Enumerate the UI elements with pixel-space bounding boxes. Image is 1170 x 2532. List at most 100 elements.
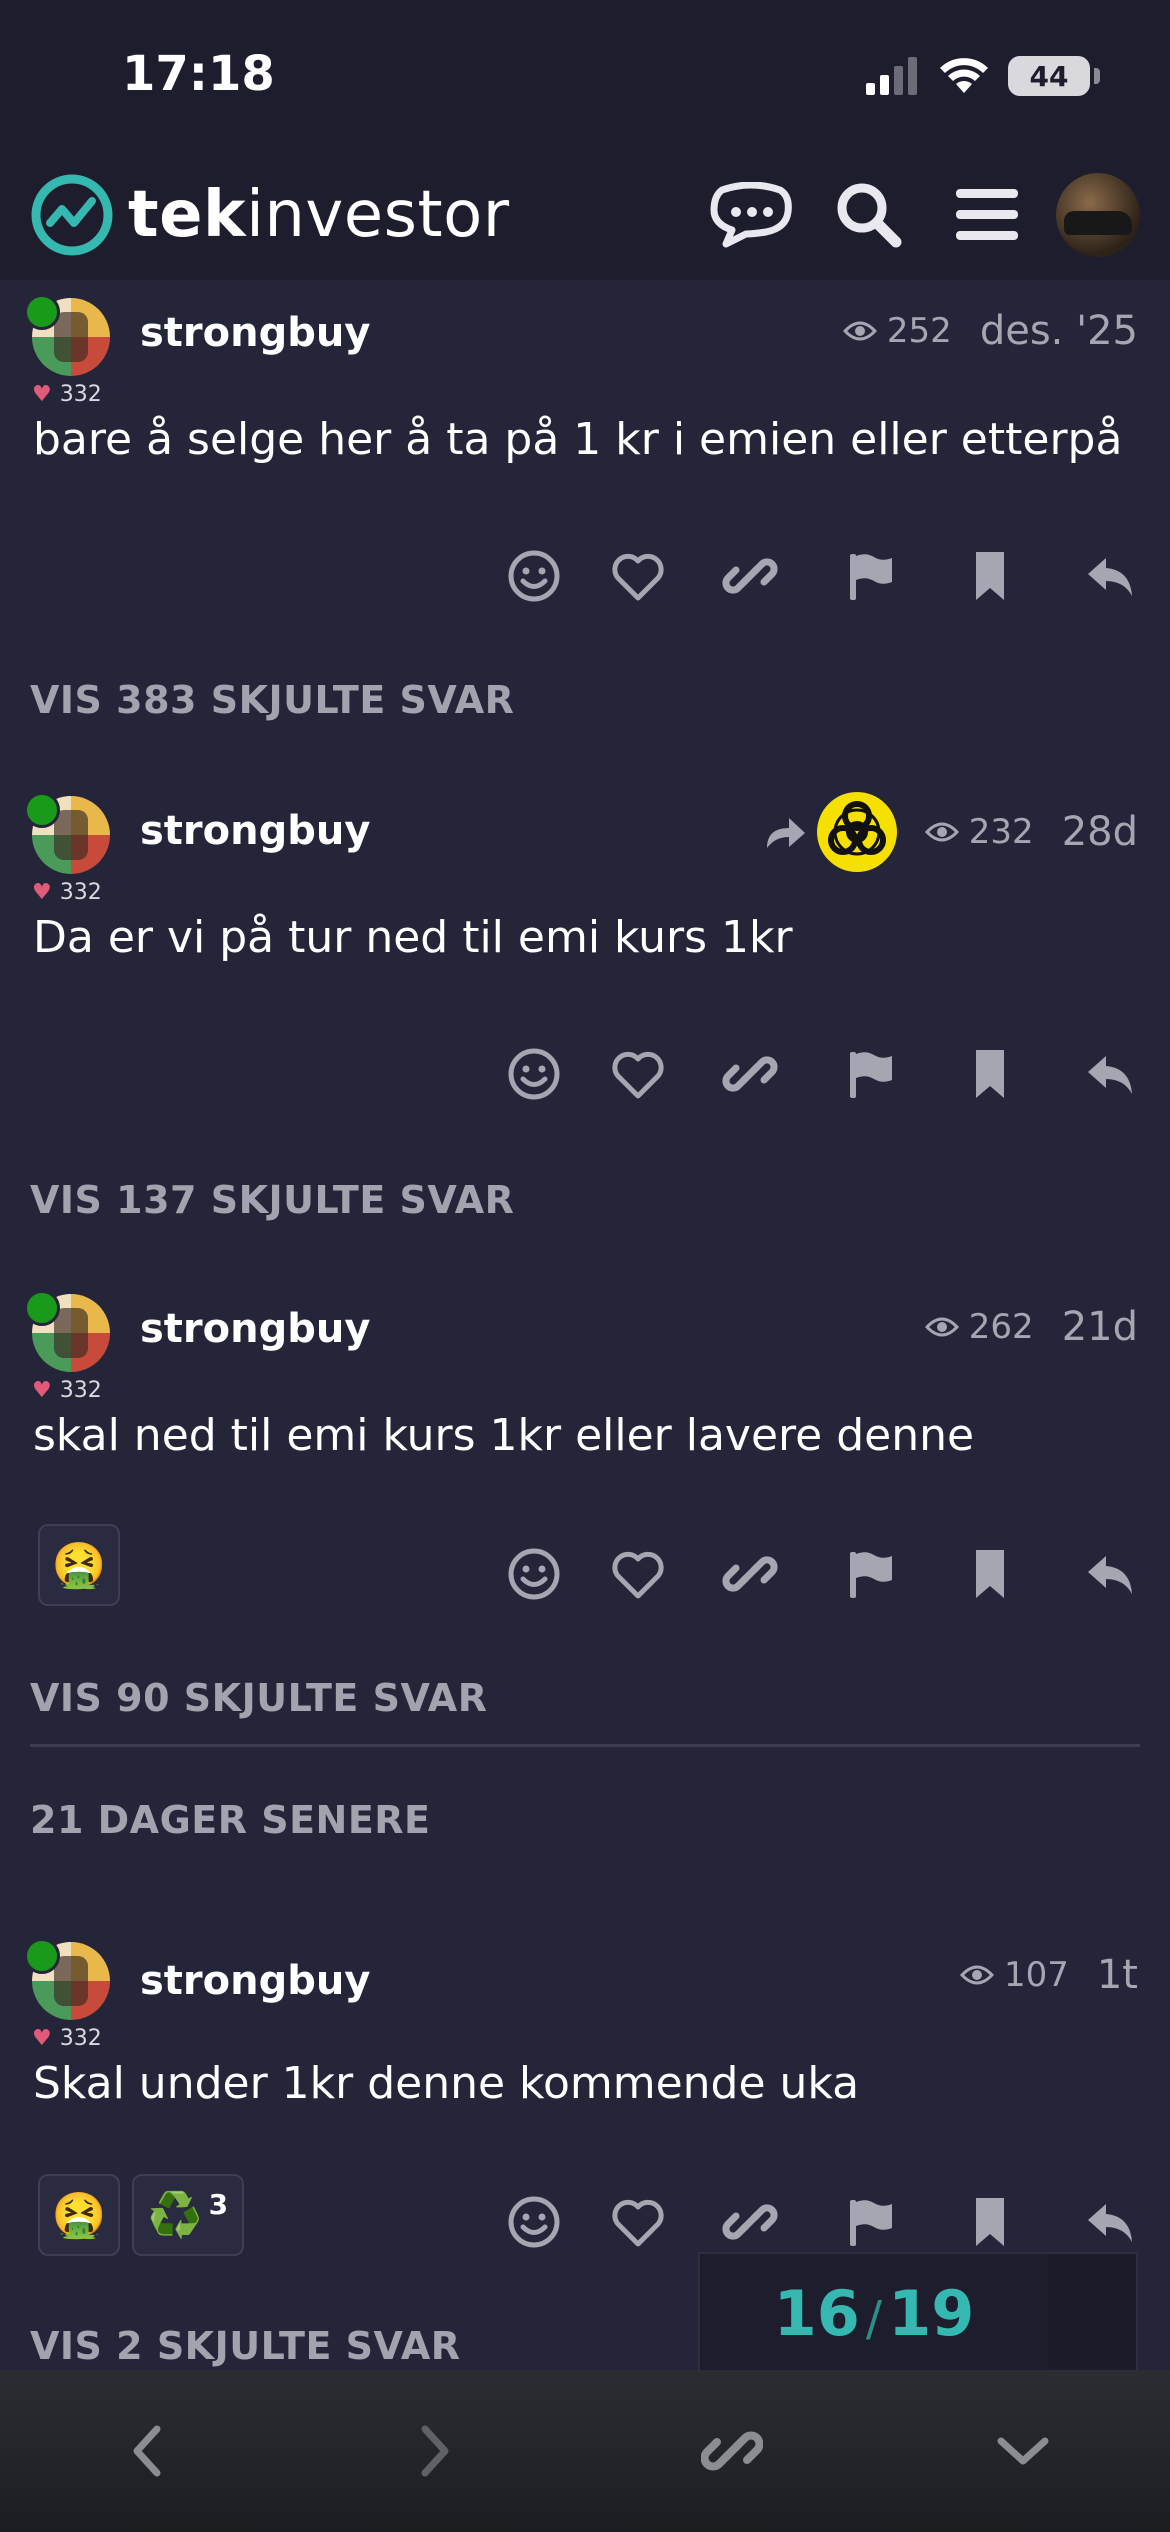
flag-button[interactable] — [810, 1524, 930, 1624]
heart-icon: ♥ — [32, 1378, 52, 1403]
view-count: 252 — [842, 311, 952, 351]
online-indicator — [24, 294, 60, 330]
flag-button[interactable] — [810, 526, 930, 626]
post-date[interactable]: 1t — [1097, 1952, 1138, 1998]
bookmark-button[interactable] — [930, 526, 1050, 626]
post-date[interactable]: 28d — [1062, 809, 1138, 855]
user-like-count: ♥ 332 — [32, 2026, 102, 2051]
eye-icon — [959, 1965, 994, 1985]
share-link-button[interactable] — [657, 2370, 807, 2532]
like-button[interactable] — [586, 1524, 690, 1624]
reaction-vomit[interactable]: 🤮 — [38, 1524, 120, 1606]
reactions: 🤮 — [38, 1524, 120, 1606]
like-button[interactable] — [586, 526, 690, 626]
hamburger-menu-icon — [956, 189, 1018, 240]
bookmark-button[interactable] — [930, 1524, 1050, 1624]
reply-icon — [1088, 1056, 1132, 1094]
heart-outline-icon — [612, 553, 664, 601]
heart-outline-icon — [612, 1551, 664, 1599]
reaction-vomit[interactable]: 🤮 — [38, 2174, 120, 2256]
reply-button[interactable] — [1050, 526, 1170, 626]
recycle-emoji-icon: ♻️ — [147, 2190, 203, 2241]
online-indicator — [24, 1290, 60, 1326]
topic-progress-bar: 16/19 — [700, 2254, 1048, 2372]
link-icon — [722, 2204, 778, 2240]
reply-button[interactable] — [1050, 1524, 1170, 1624]
flag-icon — [850, 554, 892, 600]
post-actions — [482, 1524, 1170, 1624]
reaction-recycle[interactable]: ♻️ 3 — [132, 2174, 244, 2256]
copy-link-button[interactable] — [690, 1524, 810, 1624]
username[interactable]: strongbuy — [140, 1306, 370, 1352]
link-icon — [722, 1556, 778, 1592]
reply-button[interactable] — [1050, 1024, 1170, 1124]
add-reaction-button[interactable] — [482, 2172, 586, 2272]
view-count: 262 — [924, 1307, 1034, 1347]
add-reaction-button[interactable] — [482, 526, 586, 626]
reaction-count: 3 — [208, 2188, 229, 2221]
flag-icon — [850, 2200, 892, 2246]
reply-to-icon — [766, 818, 805, 848]
collapse-button[interactable] — [948, 2370, 1098, 2532]
show-hidden-replies-link[interactable]: VIS 137 SKJULTE SVAR — [30, 1178, 514, 1222]
post-meta: 232 28d — [763, 792, 1138, 872]
status-time: 17:18 — [122, 46, 275, 102]
chevron-down-icon — [997, 2437, 1049, 2465]
bookmark-icon — [976, 1050, 1004, 1098]
post-date[interactable]: 21d — [1062, 1304, 1138, 1350]
post-body: skal ned til emi kurs 1kr eller lavere d… — [33, 1410, 975, 1461]
add-reaction-button[interactable] — [482, 1024, 586, 1124]
like-button[interactable] — [586, 2172, 690, 2272]
add-reaction-button[interactable] — [482, 1524, 586, 1624]
cellular-signal-icon — [866, 57, 917, 95]
reply-icon — [1088, 1556, 1132, 1594]
username[interactable]: strongbuy — [140, 310, 370, 356]
show-hidden-replies-link[interactable]: VIS 2 SKJULTE SVAR — [30, 2324, 461, 2368]
user-like-count: ♥ 332 — [32, 382, 102, 407]
username[interactable]: strongbuy — [140, 1958, 370, 2004]
post-actions — [482, 1024, 1170, 1124]
status-icons: 44 — [864, 56, 1100, 96]
emoji-reaction-icon — [508, 550, 560, 602]
like-button[interactable] — [586, 1024, 690, 1124]
heart-icon: ♥ — [32, 2026, 52, 2051]
bookmark-icon — [976, 552, 1004, 600]
heart-icon: ♥ — [32, 880, 52, 905]
eye-icon — [924, 1317, 959, 1337]
show-hidden-replies-link[interactable]: VIS 383 SKJULTE SVAR — [30, 678, 514, 722]
chat-button[interactable] — [692, 150, 810, 280]
user-like-count: ♥ 332 — [32, 880, 102, 905]
emoji-reaction-icon — [508, 1048, 560, 1100]
user-like-count: ♥ 332 — [32, 1378, 102, 1403]
eye-icon — [924, 822, 959, 842]
biohazard-avatar-icon[interactable] — [816, 792, 897, 872]
header-icons — [692, 150, 1170, 280]
forward-button[interactable] — [360, 2370, 510, 2532]
reply-icon — [1088, 2204, 1132, 2242]
bookmark-icon — [976, 1550, 1004, 1598]
menu-button[interactable] — [928, 150, 1046, 280]
current-user-avatar[interactable] — [1056, 173, 1140, 257]
bookmark-button[interactable] — [930, 1024, 1050, 1124]
topic-progress-text: 16/19 — [773, 2276, 975, 2350]
show-hidden-replies-link[interactable]: VIS 90 SKJULTE SVAR — [30, 1676, 487, 1720]
link-icon — [722, 1056, 778, 1092]
battery-icon: 44 — [1008, 56, 1100, 96]
copy-link-button[interactable] — [690, 526, 810, 626]
vomit-emoji-icon: 🤮 — [51, 1540, 107, 1591]
back-button[interactable] — [72, 2370, 222, 2532]
status-bar: 17:18 44 — [0, 0, 1170, 150]
username[interactable]: strongbuy — [140, 808, 370, 854]
view-count: 107 — [959, 1955, 1069, 1995]
heart-icon: ♥ — [32, 382, 52, 407]
search-button[interactable] — [810, 150, 928, 280]
flag-button[interactable] — [810, 1024, 930, 1124]
eye-icon — [842, 321, 877, 341]
topic-progress[interactable]: 16/19 — [698, 2252, 1138, 2372]
site-logo[interactable]: tekinvestor — [30, 150, 510, 280]
copy-link-button[interactable] — [690, 1024, 810, 1124]
chevron-left-icon — [133, 2425, 161, 2477]
post-date[interactable]: des. '25 — [980, 308, 1138, 354]
heart-outline-icon — [612, 1051, 664, 1099]
reply-icon — [1088, 558, 1132, 596]
